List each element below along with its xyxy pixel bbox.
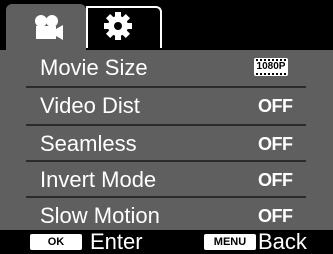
tab-video[interactable] [6, 4, 86, 50]
menu-key-icon[interactable]: MENU [204, 234, 256, 250]
button-hint-bar: OK Enter MENU Back [0, 230, 333, 253]
menu-item-seamless[interactable]: Seamless OFF [0, 126, 333, 162]
menu-item-value: OFF [258, 170, 293, 190]
menu-item-video-dist[interactable]: Video Dist OFF [0, 88, 333, 124]
menu-item-label: Seamless [40, 131, 137, 156]
settings-menu: Movie Size 1080P Video Dist OFF Seamless… [0, 50, 333, 230]
menu-item-label: Slow Motion [40, 203, 160, 228]
menu-item-label: Video Dist [40, 93, 140, 118]
menu-item-value: OFF [258, 206, 293, 226]
menu-item-invert-mode[interactable]: Invert Mode OFF [0, 162, 333, 198]
back-hint-label: Back [258, 229, 307, 254]
gear-icon [104, 12, 132, 40]
menu-item-value: OFF [258, 96, 293, 116]
menu-item-label: Movie Size [40, 55, 148, 80]
tab-settings[interactable] [86, 6, 162, 48]
enter-hint-label: Enter [90, 229, 143, 254]
camera-menu-screen: Movie Size 1080P Video Dist OFF Seamless… [0, 0, 333, 253]
ok-key-icon[interactable]: OK [30, 234, 82, 250]
menu-item-movie-size[interactable]: Movie Size 1080P [0, 50, 333, 86]
tab-bar [0, 0, 333, 50]
menu-item-value: OFF [258, 134, 293, 154]
menu-item-label: Invert Mode [40, 167, 157, 192]
resolution-badge: 1080P [254, 58, 288, 76]
camera-icon [35, 15, 63, 40]
